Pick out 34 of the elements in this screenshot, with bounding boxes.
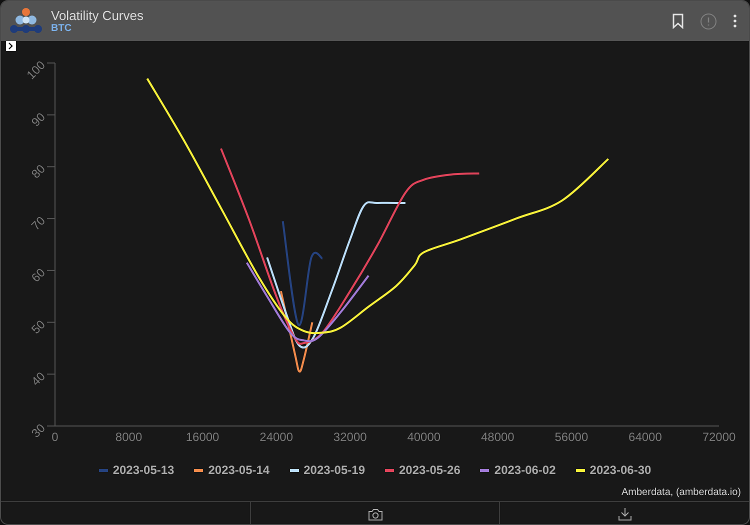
y-tick-label: 50	[28, 317, 48, 337]
x-tick-label: 32000	[333, 430, 367, 444]
y-tick-label: 60	[28, 265, 48, 285]
download-icon[interactable]	[618, 507, 632, 521]
y-tick-label: 40	[28, 369, 48, 389]
legend-label[interactable]: 2023-05-14	[208, 461, 270, 479]
camera-icon[interactable]	[368, 508, 382, 520]
source-credit: Amberdata, (amberdata.io)	[621, 486, 741, 500]
y-tick-label: 80	[28, 162, 48, 182]
x-tick-label: 40000	[407, 430, 441, 444]
x-tick-label: 48000	[480, 430, 514, 444]
x-tick-label: 56000	[554, 430, 588, 444]
legend-label[interactable]: 2023-06-30	[590, 461, 652, 479]
x-tick-label: 72000	[702, 430, 736, 444]
x-tick-label: 24000	[260, 430, 294, 444]
bookmark-icon[interactable]	[672, 13, 684, 29]
more-icon[interactable]	[733, 14, 737, 28]
chart-title: Volatility Curves	[51, 8, 144, 22]
x-tick-label: 0	[52, 430, 58, 444]
y-tick-label: 90	[28, 110, 48, 130]
expand-button[interactable]	[6, 41, 16, 51]
legend-label[interactable]: 2023-06-02	[494, 461, 556, 479]
x-tick-label: 16000	[186, 430, 220, 444]
logo-icon	[9, 7, 43, 35]
y-tick-label: 30	[28, 421, 48, 440]
x-tick-label: 8000	[115, 430, 142, 444]
y-tick-label: 70	[28, 214, 48, 233]
legend-label[interactable]: 2023-05-13	[112, 461, 174, 479]
y-tick-label: 100	[24, 58, 48, 82]
legend-label[interactable]: 2023-05-26	[399, 461, 460, 479]
x-tick-label: 64000	[628, 430, 662, 444]
legend-label[interactable]: 2023-05-19	[304, 461, 365, 479]
asset-subtitle: BTC	[51, 24, 72, 34]
chevron-right-icon	[8, 42, 14, 50]
